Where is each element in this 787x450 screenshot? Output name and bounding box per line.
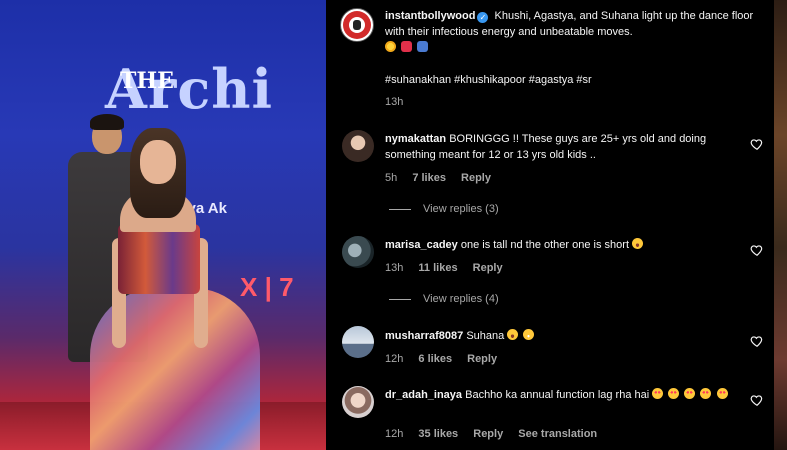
replies-divider <box>389 298 411 300</box>
caption-emojis <box>385 40 430 56</box>
sun-emoji-icon <box>385 41 396 52</box>
marisa-cadey-avatar[interactable] <box>342 236 374 268</box>
comment-likes[interactable]: 7 likes <box>412 172 446 184</box>
view-replies-label: View replies (4) <box>423 293 499 305</box>
view-replies-button[interactable]: View replies (4) <box>389 293 499 305</box>
comment-text: one is tall nd the other one is short <box>460 239 630 251</box>
comment-username[interactable]: marisa_cadey <box>385 239 458 251</box>
heart-outline-icon[interactable] <box>750 137 764 151</box>
heart-outline-icon[interactable] <box>750 243 764 257</box>
comment-username[interactable]: dr_adah_inaya <box>385 389 462 401</box>
heart-eyes-emoji-icon <box>684 388 696 399</box>
post-caption: instantbollywood ✓ Khushi, Agastya, and S… <box>385 8 755 40</box>
heart-eyes-emoji-icon <box>668 388 680 399</box>
reply-button[interactable]: Reply <box>473 428 503 440</box>
comment-username[interactable]: nymakattan <box>385 133 446 145</box>
comment-2: marisa_cadey one is tall nd the other on… <box>385 237 735 253</box>
comment-username[interactable]: musharraf8087 <box>385 330 463 342</box>
comment-meta: 12h 35 likes Reply See translation <box>385 428 609 440</box>
post-media[interactable]: Archi THE m by Zoya Ak X | 7 <box>0 0 326 450</box>
comment-time[interactable]: 12h <box>385 353 403 365</box>
instantbollywood-avatar[interactable] <box>340 8 374 42</box>
surprised-emoji-icon <box>507 329 519 340</box>
comment-meta: 13h 11 likes Reply <box>385 262 515 274</box>
background-page-strip <box>774 0 787 450</box>
post-time[interactable]: 13h <box>385 96 403 108</box>
verified-badge-icon: ✓ <box>477 12 489 23</box>
comment-likes[interactable]: 6 likes <box>418 353 452 365</box>
comment-text: Suhana <box>466 330 505 342</box>
see-translation-button[interactable]: See translation <box>518 428 597 440</box>
post-hashtags[interactable]: #suhanakhan #khushikapoor #agastya #sr <box>385 72 592 88</box>
comment-text: Bachho ka annual function lag rha hai <box>465 389 650 401</box>
comment-4: dr_adah_inaya Bachho ka annual function … <box>385 387 740 403</box>
comment-likes[interactable]: 11 likes <box>418 262 457 274</box>
replies-divider <box>389 208 411 210</box>
dr-adah-inaya-avatar[interactable] <box>342 386 374 418</box>
view-replies-button[interactable]: View replies (3) <box>389 203 499 215</box>
woman-in-gown <box>90 128 260 450</box>
nymakattan-avatar[interactable] <box>342 130 374 162</box>
dancer-emoji-icon <box>401 41 413 52</box>
comment-time[interactable]: 5h <box>385 172 397 184</box>
dizzy-face-emoji-icon <box>523 329 535 340</box>
heart-eyes-emoji-icon <box>652 388 664 399</box>
heart-outline-icon[interactable] <box>750 393 764 407</box>
man-dancing-emoji-icon <box>417 41 429 52</box>
reply-button[interactable]: Reply <box>467 353 497 365</box>
comments-panel[interactable] <box>326 0 774 450</box>
comment-time[interactable]: 12h <box>385 428 403 440</box>
stage-backdrop-the: THE <box>120 68 174 94</box>
comment-meta: 12h 6 likes Reply <box>385 353 509 365</box>
heart-eyes-emoji-icon <box>716 388 728 399</box>
view-replies-label: View replies (3) <box>423 203 499 215</box>
comment-time[interactable]: 13h <box>385 262 403 274</box>
post-username[interactable]: instantbollywood <box>385 10 475 22</box>
reply-button[interactable]: Reply <box>473 262 503 274</box>
surprised-emoji-icon <box>632 238 644 249</box>
comment-meta: 5h 7 likes Reply <box>385 172 503 184</box>
heart-outline-icon[interactable] <box>750 334 764 348</box>
comment-likes[interactable]: 35 likes <box>418 428 458 440</box>
comment-1: nymakattan BORINGGG !! These guys are 25… <box>385 131 735 163</box>
reply-button[interactable]: Reply <box>461 172 491 184</box>
comment-3: musharraf8087 Suhana <box>385 328 735 344</box>
musharraf8087-avatar[interactable] <box>342 326 374 358</box>
heart-eyes-emoji-icon <box>700 388 712 399</box>
